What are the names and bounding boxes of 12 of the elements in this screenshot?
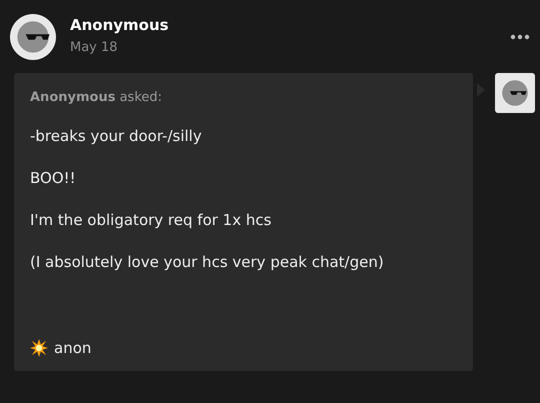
avatar-icon[interactable] [10,14,56,60]
ask-text: I'm the obligatory req for 1x hcs [30,210,272,231]
ask-text: (I absolutely love your hcs very peak chat/gen) [30,252,385,273]
author-name[interactable]: Anonymous [70,16,496,34]
asker-avatar [495,73,535,113]
more-options-icon[interactable] [510,34,530,40]
ask-text: -breaks your door-/silly [30,126,203,147]
asked-line: Anonymous asked: [30,90,164,105]
post-date: May 18 [70,40,119,55]
burst-icon [30,339,48,357]
ask-text: BOO!! [30,168,77,189]
signoff-text: anon [54,339,92,357]
